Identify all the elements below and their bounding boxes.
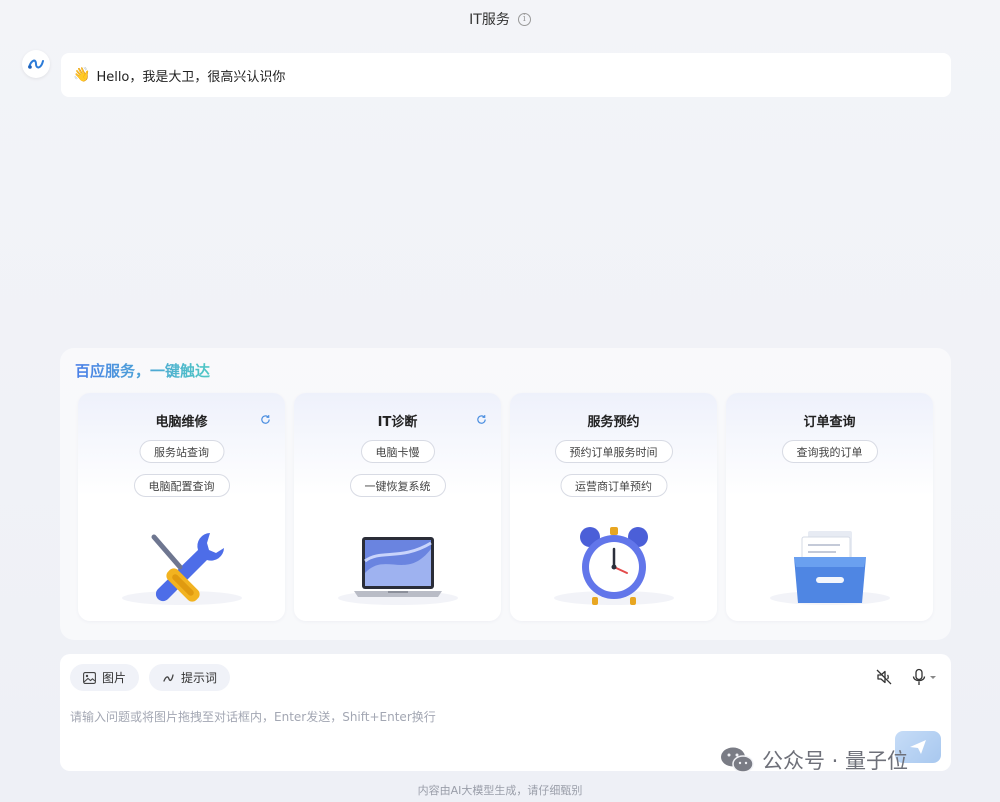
tools-icon — [151, 533, 224, 602]
bot-avatar — [22, 50, 50, 78]
card-title: 电脑维修 — [155, 415, 208, 430]
service-card-it-diagnosis[interactable]: IT诊断 电脑卡慢 一键恢复系统 — [294, 393, 501, 621]
greeting-message-bubble: 👋 Hello，我是大卫，很高兴认识你 — [61, 53, 951, 97]
prompt-button-label: 提示词 — [181, 671, 218, 685]
microphone-icon[interactable] — [911, 668, 939, 686]
file-box-icon — [793, 531, 866, 603]
refresh-icon[interactable] — [260, 414, 271, 425]
send-icon — [910, 740, 926, 754]
chip-pc-config-query[interactable]: 电脑配置查询 — [133, 474, 230, 497]
service-card-order-query[interactable]: 订单查询 查询我的订单 — [726, 393, 933, 621]
prompt-link-icon — [163, 673, 174, 682]
message-input[interactable]: 请输入问题或将图片拖拽至对话框内，Enter发送，Shift+Enter换行 — [70, 708, 436, 725]
wechat-icon — [721, 747, 754, 773]
services-panel: 百应服务，一键触达 电脑维修 服务站查询 电脑配置查询 IT诊断 电脑卡慢 一键… — [60, 348, 951, 640]
image-icon — [83, 671, 96, 684]
chip-query-my-orders[interactable]: 查询我的订单 — [781, 440, 878, 463]
page-title: IT服务 — [469, 12, 510, 28]
chip-service-station-query[interactable]: 服务站查询 — [139, 440, 224, 463]
refresh-icon[interactable] — [476, 414, 487, 425]
chip-book-service-time[interactable]: 预约订单服务时间 — [554, 440, 673, 463]
chip-carrier-order-booking[interactable]: 运营商订单预约 — [560, 474, 667, 497]
infinity-logo-icon — [28, 59, 44, 69]
info-icon[interactable]: i — [517, 12, 531, 26]
card-title: IT诊断 — [377, 415, 418, 430]
service-card-appointment[interactable]: 服务预约 预约订单服务时间 运营商订单预约 — [510, 393, 717, 621]
card-title: 服务预约 — [587, 415, 640, 430]
speaker-off-icon[interactable] — [875, 668, 893, 686]
ai-disclaimer: 内容由AI大模型生成，请仔细甄别 — [417, 784, 583, 797]
image-upload-button[interactable]: 图片 — [70, 664, 140, 691]
watermark: 公众号 · 量子位 — [720, 745, 908, 775]
services-title: 百应服务，一键触达 — [75, 362, 211, 380]
greeting-text: Hello，我是大卫，很高兴认识你 — [96, 69, 286, 85]
window-title-bar: IT服务 i — [0, 8, 1000, 30]
chip-pc-slow[interactable]: 电脑卡慢 — [360, 440, 435, 463]
alarm-clock-icon — [579, 527, 648, 605]
card-title: 订单查询 — [803, 415, 856, 430]
laptop-icon — [353, 537, 442, 597]
service-card-computer-repair[interactable]: 电脑维修 服务站查询 电脑配置查询 — [78, 393, 285, 621]
image-button-label: 图片 — [102, 671, 127, 685]
wave-emoji-icon: 👋 — [73, 67, 91, 83]
prompt-button[interactable]: 提示词 — [149, 664, 231, 691]
watermark-text: 公众号 · 量子位 — [762, 749, 909, 773]
chip-one-click-restore[interactable]: 一键恢复系统 — [349, 474, 446, 497]
